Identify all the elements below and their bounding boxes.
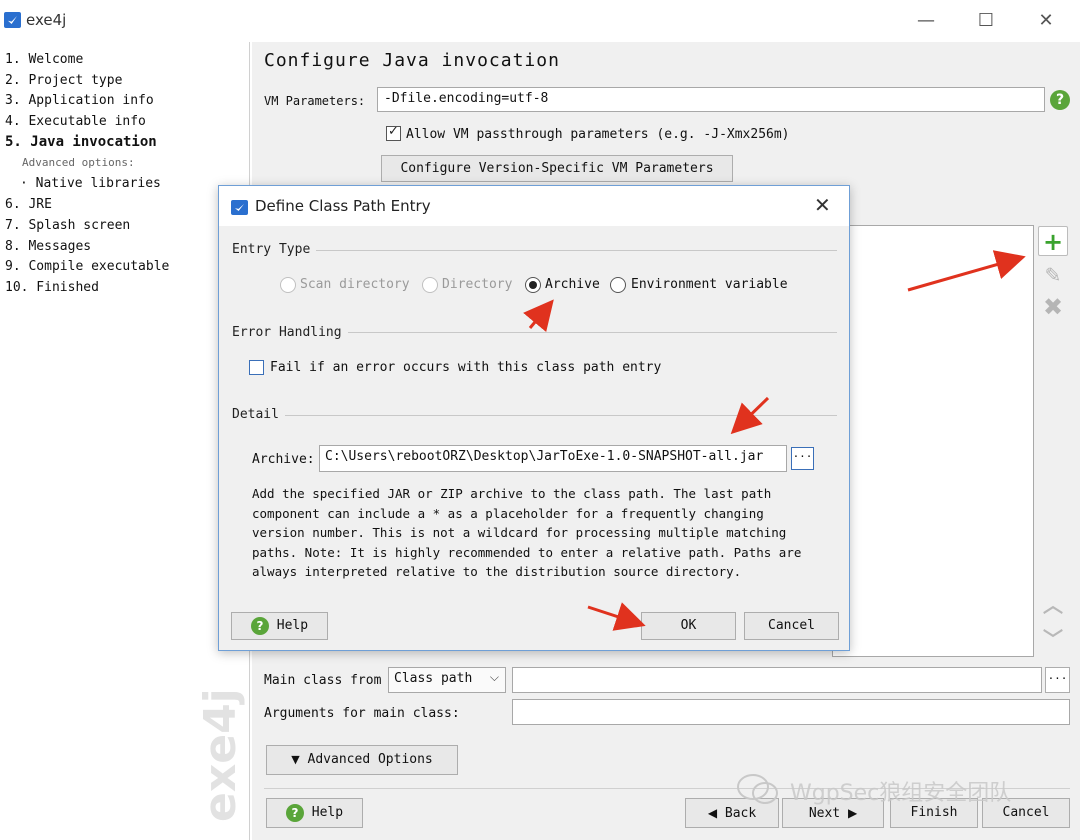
- add-entry-icon[interactable]: +: [1038, 226, 1068, 256]
- nav-step-splash-screen[interactable]: 7. Splash screen: [5, 218, 130, 233]
- window-titlebar: exe4j — ☐ ✕: [0, 0, 1080, 42]
- main-class-input[interactable]: [512, 667, 1042, 693]
- exe4j-dialog-icon: [231, 200, 248, 215]
- radio-directory-label: Directory: [442, 277, 513, 292]
- archive-description: Add the specified JAR or ZIP archive to …: [252, 486, 802, 579]
- nav-advanced-options-heading: Advanced options:: [22, 156, 135, 169]
- define-class-path-entry-dialog: Define Class Path Entry ✕ Entry Type Sca…: [218, 185, 850, 651]
- remove-entry-icon[interactable]: ✖: [1038, 292, 1068, 322]
- main-class-source-value: Class path: [394, 671, 473, 686]
- radio-environment-variable-label: Environment variable: [631, 277, 788, 292]
- allow-passthrough-label: Allow VM passthrough parameters (e.g. -J…: [406, 127, 790, 142]
- dialog-cancel-button[interactable]: Cancel: [744, 612, 839, 640]
- vm-parameters-input[interactable]: -Dfile.encoding=utf-8: [377, 87, 1045, 112]
- nav-step-jre[interactable]: 6. JRE: [5, 197, 52, 212]
- archive-path-input[interactable]: C:\Users\rebootORZ\Desktop\JarToExe-1.0-…: [319, 445, 787, 472]
- nav-step-compile-executable[interactable]: 9. Compile executable: [5, 259, 169, 274]
- radio-archive[interactable]: [525, 277, 541, 293]
- help-icon: ?: [285, 803, 304, 822]
- nav-step-finished[interactable]: 10. Finished: [5, 280, 99, 295]
- allow-passthrough-checkbox[interactable]: [386, 124, 401, 141]
- error-handling-label: Error Handling: [232, 325, 348, 340]
- edit-entry-icon[interactable]: ✎: [1038, 260, 1068, 290]
- next-label: Next: [808, 806, 841, 821]
- help-icon[interactable]: ?: [1050, 90, 1070, 110]
- main-class-from-label: Main class from: [264, 673, 382, 688]
- nav-step-java-invocation[interactable]: 5. Java invocation: [5, 134, 157, 150]
- detail-separator: [233, 415, 837, 416]
- radio-directory[interactable]: [422, 277, 438, 293]
- detail-label: Detail: [232, 407, 285, 422]
- dialog-help-button[interactable]: ? Help: [231, 612, 328, 640]
- help-icon: ?: [250, 616, 269, 635]
- radio-scan-directory-label: Scan directory: [300, 277, 410, 292]
- main-help-label: Help: [311, 805, 344, 820]
- nav-step-application-info[interactable]: 3. Application info: [5, 93, 154, 108]
- archive-label: Archive:: [252, 452, 315, 467]
- nav-step-welcome[interactable]: 1. Welcome: [5, 52, 83, 67]
- page-title: Configure Java invocation: [264, 50, 560, 71]
- radio-scan-directory[interactable]: [280, 277, 296, 293]
- close-window-button[interactable]: ✕: [1026, 8, 1066, 34]
- advanced-options-label: Advanced Options: [307, 752, 433, 767]
- exe4j-app-icon: [4, 12, 21, 28]
- wgpsec-watermark: WgpSec狼组安全团队: [790, 781, 1012, 806]
- nav-step-messages[interactable]: 8. Messages: [5, 239, 91, 254]
- nav-step-project-type[interactable]: 2. Project type: [5, 73, 122, 88]
- move-down-icon[interactable]: ﹀: [1038, 624, 1068, 654]
- dialog-titlebar: Define Class Path Entry ✕: [219, 186, 849, 226]
- exe4j-brand-watermark: exe4j: [195, 688, 246, 822]
- back-label: Back: [724, 806, 757, 821]
- class-path-list[interactable]: [832, 225, 1034, 657]
- main-class-source-select[interactable]: Class path ⌵: [388, 667, 506, 693]
- archive-browse-button[interactable]: ···: [791, 447, 814, 470]
- arguments-label: Arguments for main class:: [264, 706, 460, 721]
- main-class-browse-button[interactable]: ···: [1045, 667, 1070, 693]
- version-specific-vm-params-button[interactable]: Configure Version-Specific VM Parameters: [381, 155, 733, 182]
- wechat-logo: [737, 774, 778, 804]
- vm-parameters-label: VM Parameters:: [264, 94, 366, 108]
- triangle-down-icon: ▼: [291, 753, 300, 766]
- entry-type-separator: [233, 250, 837, 251]
- dialog-title: Define Class Path Entry: [255, 197, 431, 215]
- dialog-help-label: Help: [276, 618, 309, 633]
- back-arrow-icon: ◀: [707, 806, 718, 820]
- fail-on-error-label: Fail if an error occurs with this class …: [270, 360, 662, 375]
- window-title: exe4j: [26, 11, 67, 29]
- radio-environment-variable[interactable]: [610, 277, 626, 293]
- radio-archive-label: Archive: [545, 277, 600, 292]
- move-up-icon[interactable]: ︿: [1038, 590, 1068, 620]
- arguments-input[interactable]: [512, 699, 1070, 725]
- main-help-button[interactable]: ? Help: [266, 798, 363, 828]
- nav-step-native-libraries[interactable]: · Native libraries: [20, 176, 161, 191]
- nav-step-executable-info[interactable]: 4. Executable info: [5, 114, 146, 129]
- entry-type-label: Entry Type: [232, 242, 317, 257]
- chevron-down-icon: ⌵: [489, 670, 499, 684]
- fail-on-error-checkbox[interactable]: [249, 360, 264, 375]
- wizard-step-nav: 1. Welcome 2. Project type 3. Applicatio…: [0, 42, 250, 840]
- dialog-close-button[interactable]: ✕: [814, 193, 831, 217]
- next-arrow-icon: ▶: [847, 806, 858, 820]
- maximize-button[interactable]: ☐: [966, 8, 1006, 34]
- ok-button[interactable]: OK: [641, 612, 736, 640]
- advanced-options-button[interactable]: ▼ Advanced Options: [266, 745, 458, 775]
- minimize-button[interactable]: —: [906, 8, 946, 34]
